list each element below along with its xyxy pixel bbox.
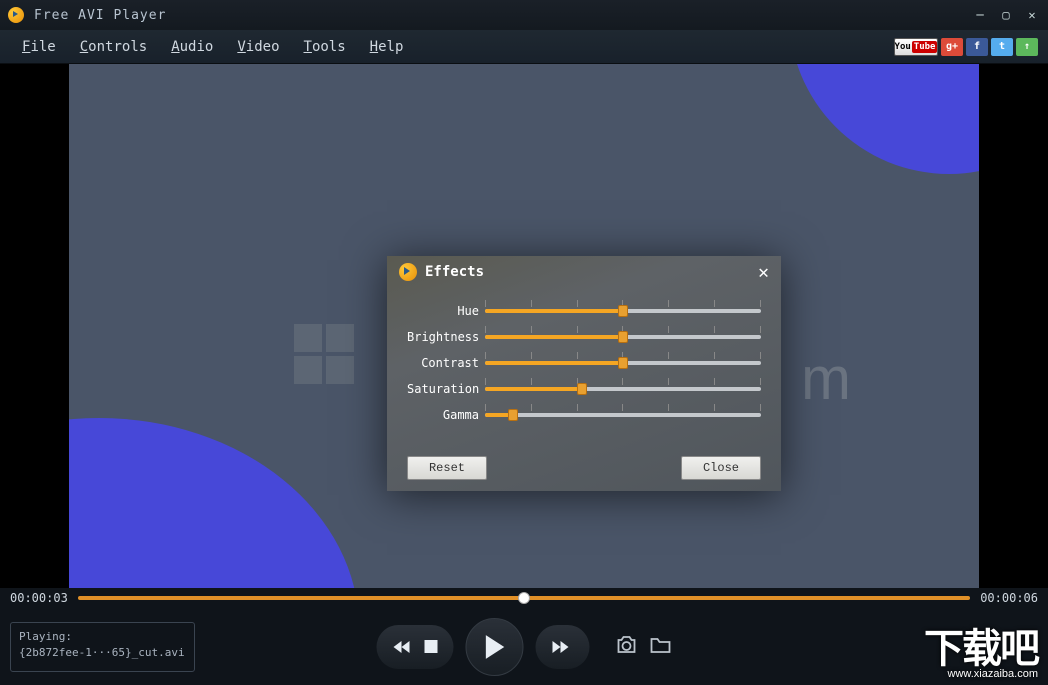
effects-icon — [399, 263, 417, 281]
effects-title: Effects — [425, 264, 484, 280]
upload-icon[interactable]: ↑ — [1016, 38, 1038, 56]
timeline: 00:00:03 00:00:06 — [0, 588, 1048, 608]
menu-help[interactable]: Help — [358, 33, 416, 61]
watermark-url: www.xiazaiba.com — [948, 669, 1038, 680]
bg-squares — [294, 324, 354, 384]
controls-bar: Playing: {2b872fee-1···65}_cut.avi 下载吧 — [0, 608, 1048, 685]
effect-row-contrast: Contrast — [407, 350, 761, 376]
facebook-icon[interactable]: f — [966, 38, 988, 56]
stop-button[interactable] — [425, 640, 438, 653]
seek-bar[interactable] — [78, 596, 970, 600]
maximize-button[interactable]: ▢ — [998, 7, 1014, 23]
playing-label: Playing: — [19, 629, 186, 646]
brightness-slider[interactable] — [485, 326, 761, 348]
social-links: You g+ f t ↑ — [894, 38, 1038, 56]
effect-row-saturation: Saturation — [407, 376, 761, 402]
effect-row-brightness: Brightness — [407, 324, 761, 350]
effect-label: Brightness — [407, 330, 485, 344]
transport-group — [377, 625, 454, 669]
contrast-slider[interactable] — [485, 352, 761, 374]
transport-group-2 — [536, 625, 590, 669]
play-button[interactable] — [466, 618, 524, 676]
hue-slider[interactable] — [485, 300, 761, 322]
snapshot-button[interactable] — [616, 635, 638, 659]
video-canvas[interactable]: m Effects ✕ Hue Brightness Contrast Saturat… — [69, 64, 979, 588]
effects-footer: Reset Close — [387, 445, 781, 491]
playing-file: {2b872fee-1···65}_cut.avi — [19, 645, 186, 662]
slider-thumb[interactable] — [508, 409, 518, 421]
youtube-icon[interactable]: You — [894, 38, 938, 56]
saturation-slider[interactable] — [485, 378, 761, 400]
effect-label: Contrast — [407, 356, 485, 370]
menubar: File Controls Audio Video Tools Help You… — [0, 30, 1048, 64]
watermark-text: 下载吧 — [924, 629, 1038, 669]
app-icon — [8, 7, 24, 23]
now-playing: Playing: {2b872fee-1···65}_cut.avi — [10, 622, 195, 672]
titlebar: Free AVI Player ─ ▢ ✕ — [0, 0, 1048, 30]
time-duration: 00:00:06 — [980, 591, 1038, 605]
slider-thumb[interactable] — [577, 383, 587, 395]
menu-tools[interactable]: Tools — [292, 33, 358, 61]
close-button-dialog[interactable]: Close — [681, 456, 761, 480]
close-button[interactable]: ✕ — [1024, 7, 1040, 23]
effect-row-hue: Hue — [407, 298, 761, 324]
slider-thumb[interactable] — [618, 305, 628, 317]
seek-head[interactable] — [518, 592, 530, 604]
effects-dialog: Effects ✕ Hue Brightness Contrast Saturatio… — [387, 256, 781, 491]
reset-button[interactable]: Reset — [407, 456, 487, 480]
window-controls: ─ ▢ ✕ — [972, 7, 1040, 23]
minimize-button[interactable]: ─ — [972, 7, 988, 23]
open-folder-button[interactable] — [650, 635, 672, 659]
menu-video[interactable]: Video — [225, 33, 291, 61]
watermark: 下载吧 www.xiazaiba.com — [924, 629, 1038, 680]
transport — [377, 618, 672, 676]
app-title: Free AVI Player — [34, 8, 972, 23]
forward-button[interactable] — [552, 640, 570, 654]
menu-controls[interactable]: Controls — [68, 33, 159, 61]
gplus-icon[interactable]: g+ — [941, 38, 963, 56]
time-current: 00:00:03 — [10, 591, 68, 605]
bg-shape-1 — [789, 64, 979, 174]
bg-text: m — [801, 344, 849, 413]
effects-header: Effects ✕ — [387, 256, 781, 288]
video-area: m Effects ✕ Hue Brightness Contrast Saturat… — [0, 64, 1048, 588]
twitter-icon[interactable]: t — [991, 38, 1013, 56]
effect-label: Hue — [407, 304, 485, 318]
menu-audio[interactable]: Audio — [159, 33, 225, 61]
menu-file[interactable]: File — [10, 33, 68, 61]
effects-close-icon[interactable]: ✕ — [758, 262, 769, 283]
effect-label: Gamma — [407, 408, 485, 422]
effect-label: Saturation — [407, 382, 485, 396]
rewind-button[interactable] — [393, 640, 411, 654]
bg-shape-2 — [69, 418, 359, 588]
gamma-slider[interactable] — [485, 404, 761, 426]
slider-thumb[interactable] — [618, 357, 628, 369]
effect-row-gamma: Gamma — [407, 402, 761, 428]
slider-thumb[interactable] — [618, 331, 628, 343]
effects-body: Hue Brightness Contrast Saturation Gamma — [387, 288, 781, 445]
